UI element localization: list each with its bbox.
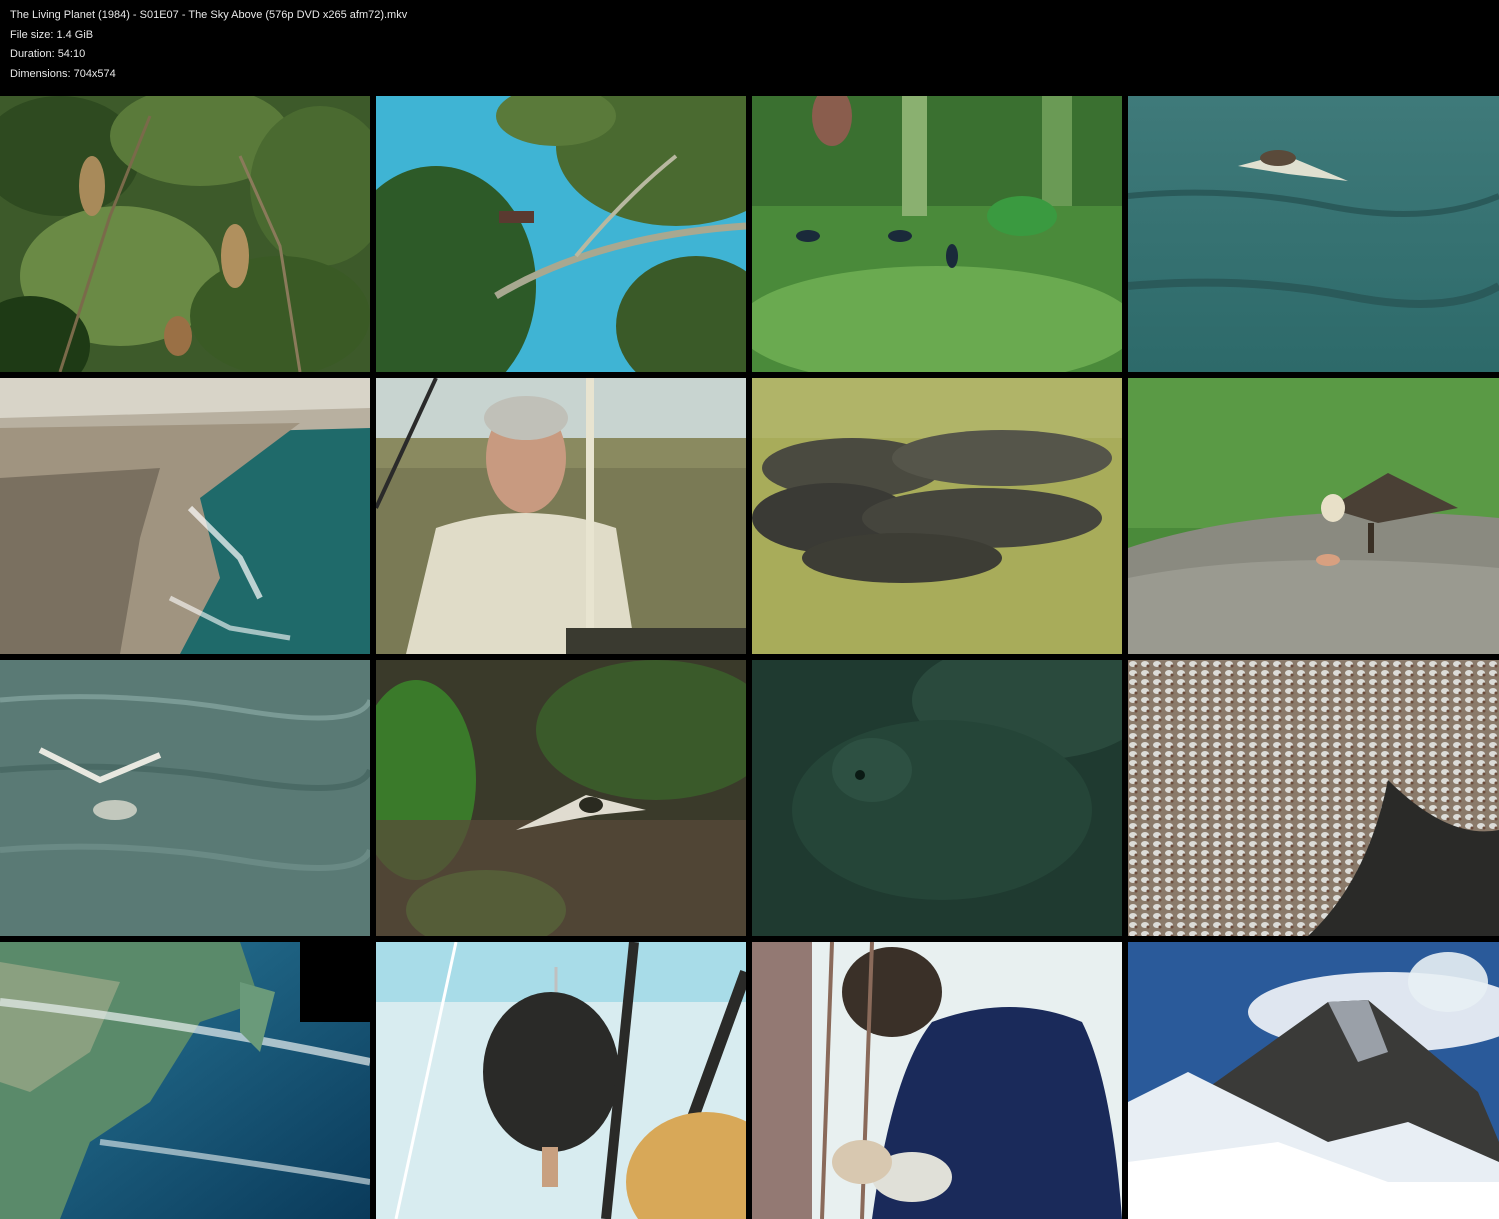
thumbnail-bird-in-forest <box>376 660 746 936</box>
thumbnail-coastal-cliffs <box>0 378 370 654</box>
file-size: File size: 1.4 GiB <box>10 28 94 41</box>
thumbnail-jungle-seed-pods <box>0 96 370 372</box>
duration: Duration: 54:10 <box>10 48 86 60</box>
thumbnail-seabird-over-ocean <box>1128 96 1499 372</box>
thumbnail-shorebird-flock <box>1128 660 1499 936</box>
thumbnail-tree-canopy-sky <box>376 96 746 372</box>
thumbnail-wildebeest-herd <box>752 378 1122 654</box>
thumbnail-earth-from-space <box>0 942 370 1219</box>
thumbnail-presenter-in-balloon <box>376 378 746 654</box>
thumbnail-balloonist-climber <box>752 942 1122 1219</box>
thumbnail-tern-diving-sea <box>0 660 370 936</box>
dimensions: Dimensions: 704x574 <box>10 67 116 80</box>
thumbnail-mount-everest <box>1128 942 1499 1219</box>
thumbnail-vulture-on-rock <box>1128 378 1499 654</box>
file-name: The Living Planet (1984) - S01E07 - The … <box>10 9 408 21</box>
thumbnail-balloon-burner <box>376 942 746 1219</box>
thumbnail-grid <box>0 96 1499 1219</box>
thumbnail-damselflies-leaves <box>752 96 1122 372</box>
file-info-header: The Living Planet (1984) - S01E07 - The … <box>10 6 407 84</box>
thumbnail-dark-green-animal <box>752 660 1122 936</box>
